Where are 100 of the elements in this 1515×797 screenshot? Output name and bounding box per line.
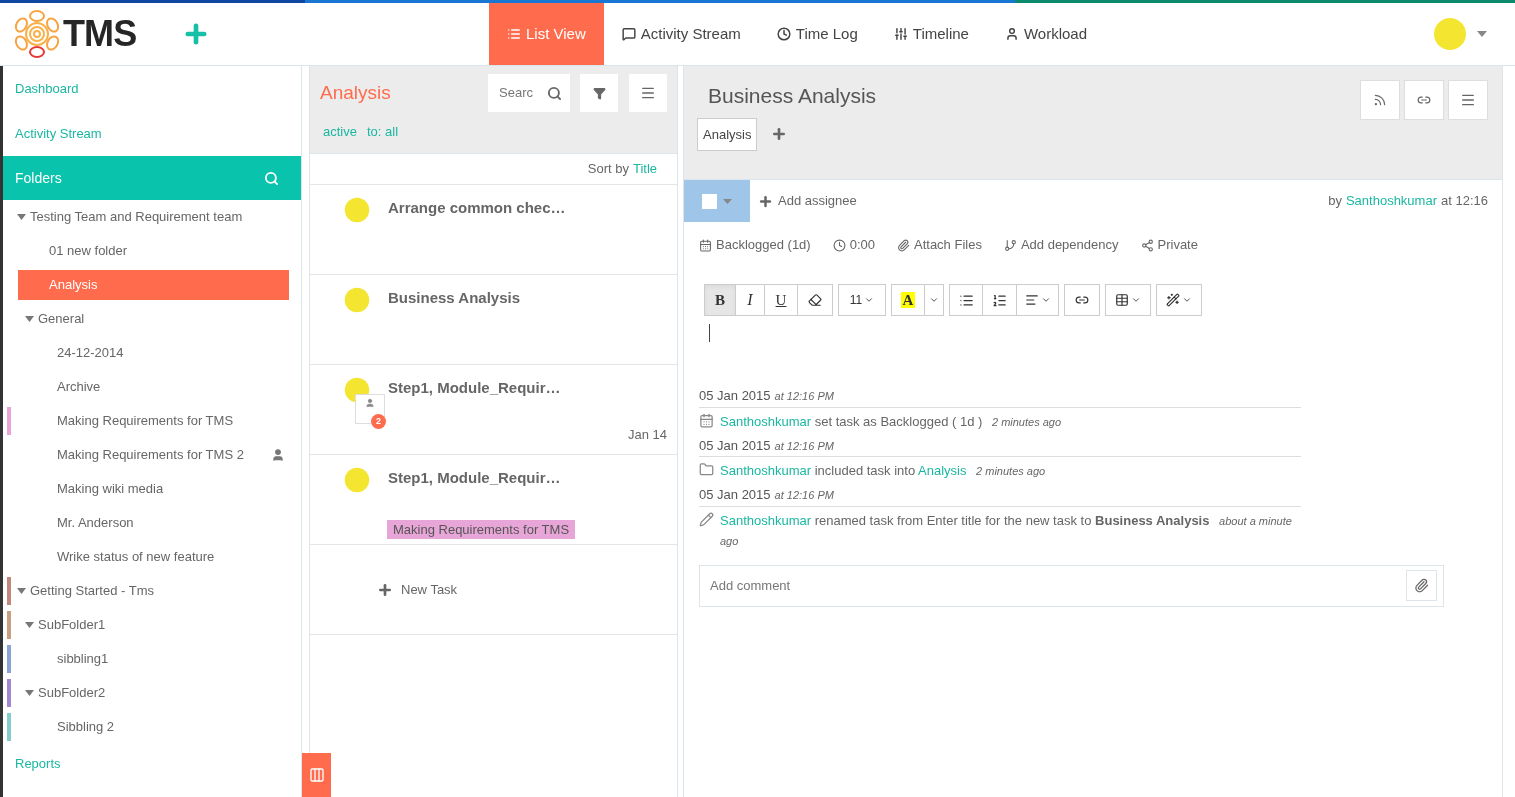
folder-item[interactable]: General: [18, 304, 289, 334]
eraser-button[interactable]: [797, 284, 833, 316]
paperclip-icon: [897, 238, 910, 252]
clock-icon: [832, 238, 846, 252]
folder-item[interactable]: Testing Team and Requirement team: [18, 202, 289, 232]
attach-button[interactable]: [1406, 570, 1437, 601]
menu-button[interactable]: [629, 74, 667, 112]
time-label: at 12:16: [1441, 192, 1488, 211]
share-icon: [1140, 238, 1154, 252]
add-icon[interactable]: [771, 126, 788, 143]
search-icon[interactable]: [547, 85, 562, 101]
search-input[interactable]: Searc: [499, 83, 539, 103]
task-title: Step1, Module_Requir…: [388, 468, 562, 488]
nav-tab[interactable]: Activity Stream: [603, 3, 759, 65]
comment-field[interactable]: Add comment: [699, 564, 1444, 607]
caret-icon[interactable]: [25, 622, 34, 628]
align-left-icon: [1024, 293, 1039, 307]
caret-icon[interactable]: [25, 316, 34, 322]
task-title: Business Analysis: [707, 83, 878, 109]
logo-text: TMS: [63, 12, 137, 56]
link-button[interactable]: [1064, 284, 1100, 316]
logo-icon: [12, 7, 62, 61]
avatar-icon: [344, 197, 370, 223]
activity-text: Santhoshkumar renamed task from Enter title for the new task to Business Analysis about a minute ago: [720, 511, 1293, 549]
comment-icon: [621, 27, 636, 41]
font-size-button[interactable]: 11: [838, 284, 886, 316]
filter-button[interactable]: [580, 74, 618, 112]
folders-title: Folders: [15, 168, 62, 188]
activity-text: Santhoshkumar included task into Analysis 2 minutes ago: [720, 462, 1047, 480]
folder-item[interactable]: 01 new folder: [18, 236, 289, 266]
caret-icon: [1182, 295, 1192, 305]
folder-item[interactable]: Getting Started - Tms: [18, 576, 289, 606]
caret-icon: [1131, 295, 1141, 305]
pencil-icon: [699, 511, 714, 527]
folder-item[interactable]: 24-12-2014: [18, 338, 289, 368]
task-row[interactable]: Business Analysis: [310, 275, 677, 365]
italic-button[interactable]: I: [735, 284, 765, 316]
numbered-list-button[interactable]: [982, 284, 1017, 316]
avatar-icon: [1433, 17, 1467, 51]
nav-tab[interactable]: Workload: [986, 3, 1105, 65]
folder-tag[interactable]: Analysis: [697, 117, 758, 151]
text-color-button[interactable]: A: [891, 284, 925, 316]
panel-toggle-button[interactable]: [302, 753, 331, 797]
underline-button[interactable]: U: [764, 284, 798, 316]
caret-icon[interactable]: [1477, 31, 1487, 37]
table-button[interactable]: [1105, 284, 1151, 316]
activity-text: Santhoshkumar set task as Backlogged ( 1d ) 2 minutes ago: [720, 412, 1063, 431]
task-row[interactable]: 2 Step1, Module_Requir… Jan 14: [310, 365, 677, 455]
folder-item[interactable]: SubFolder1: [18, 610, 289, 640]
meta-button[interactable]: 0:00: [832, 235, 875, 255]
task-checkbox[interactable]: [702, 193, 717, 209]
paperclip-icon: [1414, 578, 1429, 593]
align-button[interactable]: [1016, 284, 1059, 316]
bullet-list-button[interactable]: [949, 284, 983, 316]
folder-item[interactable]: SubFolder2: [18, 678, 289, 708]
rss-icon: [1373, 93, 1387, 107]
avatar-icon: [344, 287, 370, 313]
folder-item[interactable]: Mr. Anderson: [18, 508, 289, 538]
caret-icon[interactable]: [25, 690, 34, 696]
meta-button[interactable]: Add dependency: [1003, 235, 1119, 255]
folder-item[interactable]: sibbling1: [18, 644, 289, 674]
meta-button[interactable]: Private: [1140, 235, 1198, 255]
caret-icon[interactable]: [17, 214, 26, 220]
nav-tab[interactable]: Timeline: [875, 3, 987, 65]
meta-button[interactable]: Attach Files: [897, 235, 982, 255]
magic-button[interactable]: [1156, 284, 1202, 316]
caret-icon: [864, 295, 875, 305]
branch-icon: [1003, 238, 1017, 252]
search-field[interactable]: Searc: [488, 74, 570, 112]
new-task-button[interactable]: New Task: [377, 579, 458, 600]
folder-item[interactable]: Sibbling 2: [18, 712, 289, 742]
activity-date: 05 Jan 2015: [699, 387, 771, 405]
folder-item[interactable]: Archive: [18, 372, 289, 402]
menu-icon: [640, 85, 656, 101]
color-dropdown-button[interactable]: [924, 284, 944, 316]
folder-item[interactable]: Making wiki media: [18, 474, 289, 504]
comment-input[interactable]: Add comment: [710, 575, 1406, 596]
add-assignee-button[interactable]: Add assignee: [758, 191, 857, 211]
clock-icon: [776, 27, 791, 41]
link-icon: [1075, 293, 1089, 307]
folder-item[interactable]: Making Requirements for TMS 2: [18, 440, 289, 470]
caret-icon[interactable]: [17, 588, 26, 594]
menu-button[interactable]: [1448, 80, 1488, 120]
text-cursor: [709, 324, 710, 342]
task-row[interactable]: Step1, Module_Requir… Making Requirements for TMS: [310, 455, 677, 545]
menu-icon: [1460, 92, 1476, 108]
task-title: Step1, Module_Requir…: [388, 378, 562, 398]
task-title: Arrange common chec…: [388, 198, 567, 218]
folder-item[interactable]: Making Requirements for TMS: [18, 406, 289, 436]
sliders-icon: [893, 27, 908, 41]
meta-button[interactable]: Backlogged (1d): [699, 235, 811, 255]
link-icon: [1417, 93, 1431, 107]
sort-label: Sort by: [587, 160, 629, 179]
nav-tab[interactable]: Time Log: [758, 3, 876, 65]
plus-icon: [377, 581, 393, 598]
activity-time: at 12:16 PM: [774, 438, 834, 454]
task-row[interactable]: Arrange common chec…: [310, 185, 677, 275]
magic-wand-icon: [1166, 293, 1180, 307]
bold-button[interactable]: B: [704, 284, 736, 316]
folder-item[interactable]: Wrike status of new feature: [18, 542, 289, 572]
